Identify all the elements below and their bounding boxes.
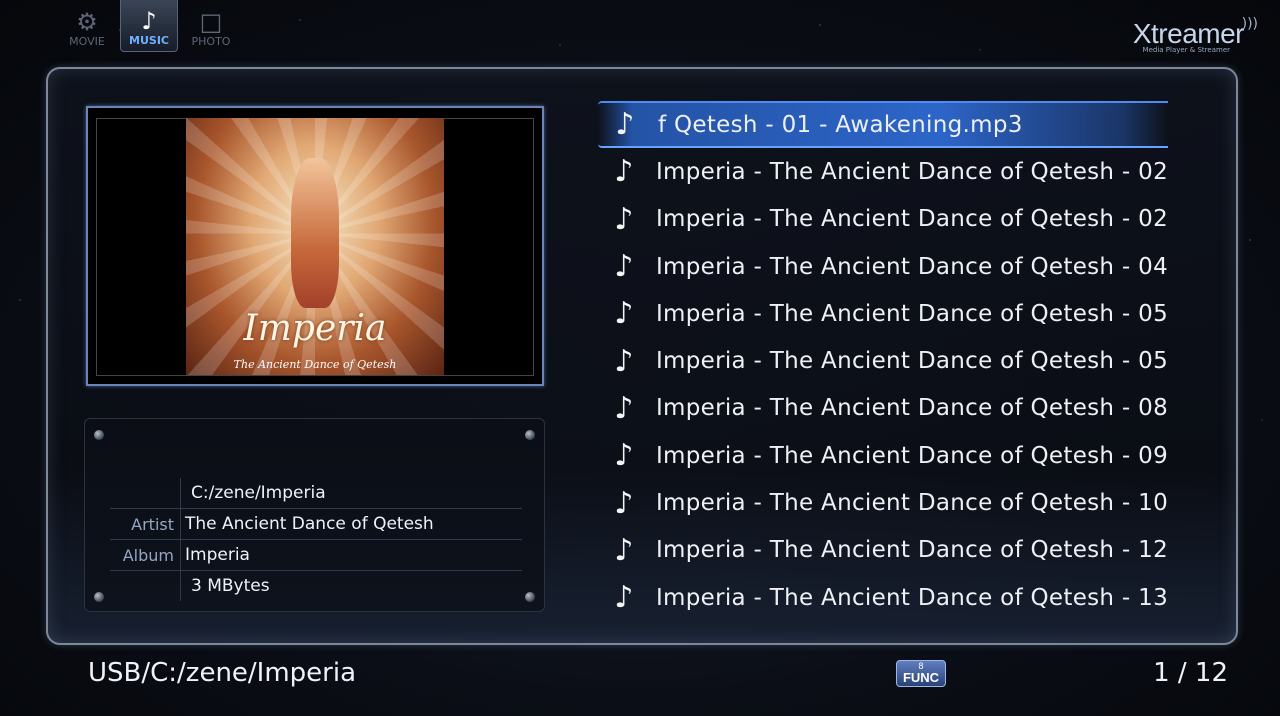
screw-icon xyxy=(525,430,535,440)
cover-subtitle: The Ancient Dance of Qetesh xyxy=(233,358,397,371)
music-note-icon: ♪ xyxy=(614,249,634,285)
track-name: Imperia - The Ancient Dance of Qetesh - … xyxy=(655,158,1168,185)
movie-icon: ⚙ xyxy=(76,8,98,36)
media-tabs: ⚙ MOVIE ♪ MUSIC □ PHOTO xyxy=(58,0,240,54)
track-item-selected[interactable]: ♪ f Qetesh - 01 - Awakening.mp3 xyxy=(598,101,1168,149)
track-item[interactable]: ♪ Imperia - The Ancient Dance of Qetesh … xyxy=(598,527,1168,574)
tab-music[interactable]: ♪ MUSIC xyxy=(120,0,178,52)
track-list: ♪ f Qetesh - 01 - Awakening.mp3 ♪ Imperi… xyxy=(598,101,1168,621)
xtreamer-logo: ))) Xtreamer Media Player & Streamer xyxy=(1133,16,1258,54)
album-value: Imperia xyxy=(180,539,522,571)
info-row-size: 3 MBytes xyxy=(110,570,522,601)
track-name: Imperia - The Ancient Dance of Qetesh - … xyxy=(655,490,1168,517)
track-name: f Qetesh - 01 - Awakening.mp3 xyxy=(658,111,1023,138)
tab-music-label: MUSIC xyxy=(129,34,169,47)
tab-photo-label: PHOTO xyxy=(191,35,231,48)
track-item[interactable]: ♪ Imperia - The Ancient Dance of Qetesh … xyxy=(598,290,1168,337)
wireless-icon: ))) xyxy=(1241,16,1258,32)
info-table: C:/zene/Imperia Artist The Ancient Dance… xyxy=(110,478,522,601)
music-note-icon: ♪ xyxy=(614,485,634,521)
track-name: Imperia - The Ancient Dance of Qetesh - … xyxy=(655,206,1168,233)
info-row-album: Album Imperia xyxy=(110,539,522,571)
track-name: Imperia - The Ancient Dance of Qetesh - … xyxy=(655,300,1168,327)
logo-tagline: Media Player & Streamer xyxy=(1142,46,1230,54)
music-note-icon: ♪ xyxy=(614,154,634,190)
screw-icon xyxy=(94,430,104,440)
func-label: FUNC xyxy=(902,670,940,685)
track-item[interactable]: ♪ Imperia - The Ancient Dance of Qetesh … xyxy=(598,432,1168,479)
music-note-icon: ♪ xyxy=(614,201,634,237)
track-item[interactable]: ♪ Imperia - The Ancient Dance of Qetesh … xyxy=(598,196,1168,243)
track-name: Imperia - The Ancient Dance of Qetesh - … xyxy=(655,584,1168,611)
track-item[interactable]: ♪ Imperia - The Ancient Dance of Qetesh … xyxy=(598,479,1168,526)
page-indicator: 1 / 12 xyxy=(1153,658,1228,688)
track-item[interactable]: ♪ Imperia - The Ancient Dance of Qetesh … xyxy=(598,243,1168,290)
current-path: USB/C:/zene/Imperia xyxy=(88,658,357,688)
track-name: Imperia - The Ancient Dance of Qetesh - … xyxy=(655,253,1168,280)
track-item[interactable]: ♪ Imperia - The Ancient Dance of Qetesh … xyxy=(598,337,1168,384)
music-note-icon: ♪ xyxy=(141,7,157,35)
track-item[interactable]: ♪ Imperia - The Ancient Dance of Qetesh … xyxy=(598,574,1168,621)
music-note-icon: ♪ xyxy=(614,296,634,332)
screw-icon xyxy=(94,592,104,602)
photo-icon: □ xyxy=(199,8,223,36)
cover-title: Imperia xyxy=(243,308,387,349)
music-note-icon: ♪ xyxy=(614,390,634,426)
cover-figure xyxy=(291,158,339,308)
info-path-value: C:/zene/Imperia xyxy=(180,478,522,509)
album-cover-image: Imperia The Ancient Dance of Qetesh xyxy=(186,118,444,375)
music-note-icon: ♪ xyxy=(615,107,635,143)
tab-movie-label: MOVIE xyxy=(69,35,105,48)
music-note-icon: ♪ xyxy=(614,532,634,568)
info-row-path: C:/zene/Imperia xyxy=(110,478,522,509)
track-name: Imperia - The Ancient Dance of Qetesh - … xyxy=(655,395,1168,422)
track-item[interactable]: ♪ Imperia - The Ancient Dance of Qetesh … xyxy=(598,148,1168,195)
file-size-value: 3 MBytes xyxy=(191,576,270,596)
track-item[interactable]: ♪ Imperia - The Ancient Dance of Qetesh … xyxy=(598,385,1168,432)
music-note-icon: ♪ xyxy=(614,343,634,379)
track-name: Imperia - The Ancient Dance of Qetesh - … xyxy=(655,348,1168,375)
screw-icon xyxy=(525,592,535,602)
info-row-artist: Artist The Ancient Dance of Qetesh xyxy=(110,508,522,540)
track-info-panel: C:/zene/Imperia Artist The Ancient Dance… xyxy=(84,418,545,612)
track-name: Imperia - The Ancient Dance of Qetesh - … xyxy=(655,442,1168,469)
album-label: Album xyxy=(110,539,181,571)
artist-value: The Ancient Dance of Qetesh xyxy=(180,508,522,540)
music-note-icon: ♪ xyxy=(614,438,634,474)
artist-label: Artist xyxy=(110,508,181,540)
func-button[interactable]: 8 FUNC xyxy=(896,660,946,687)
music-note-icon: ♪ xyxy=(614,580,634,616)
info-key-empty xyxy=(110,570,181,601)
track-name: Imperia - The Ancient Dance of Qetesh - … xyxy=(655,537,1168,564)
info-key-empty xyxy=(110,478,181,509)
tab-movie[interactable]: ⚙ MOVIE xyxy=(58,0,116,52)
tab-photo[interactable]: □ PHOTO xyxy=(182,0,240,52)
